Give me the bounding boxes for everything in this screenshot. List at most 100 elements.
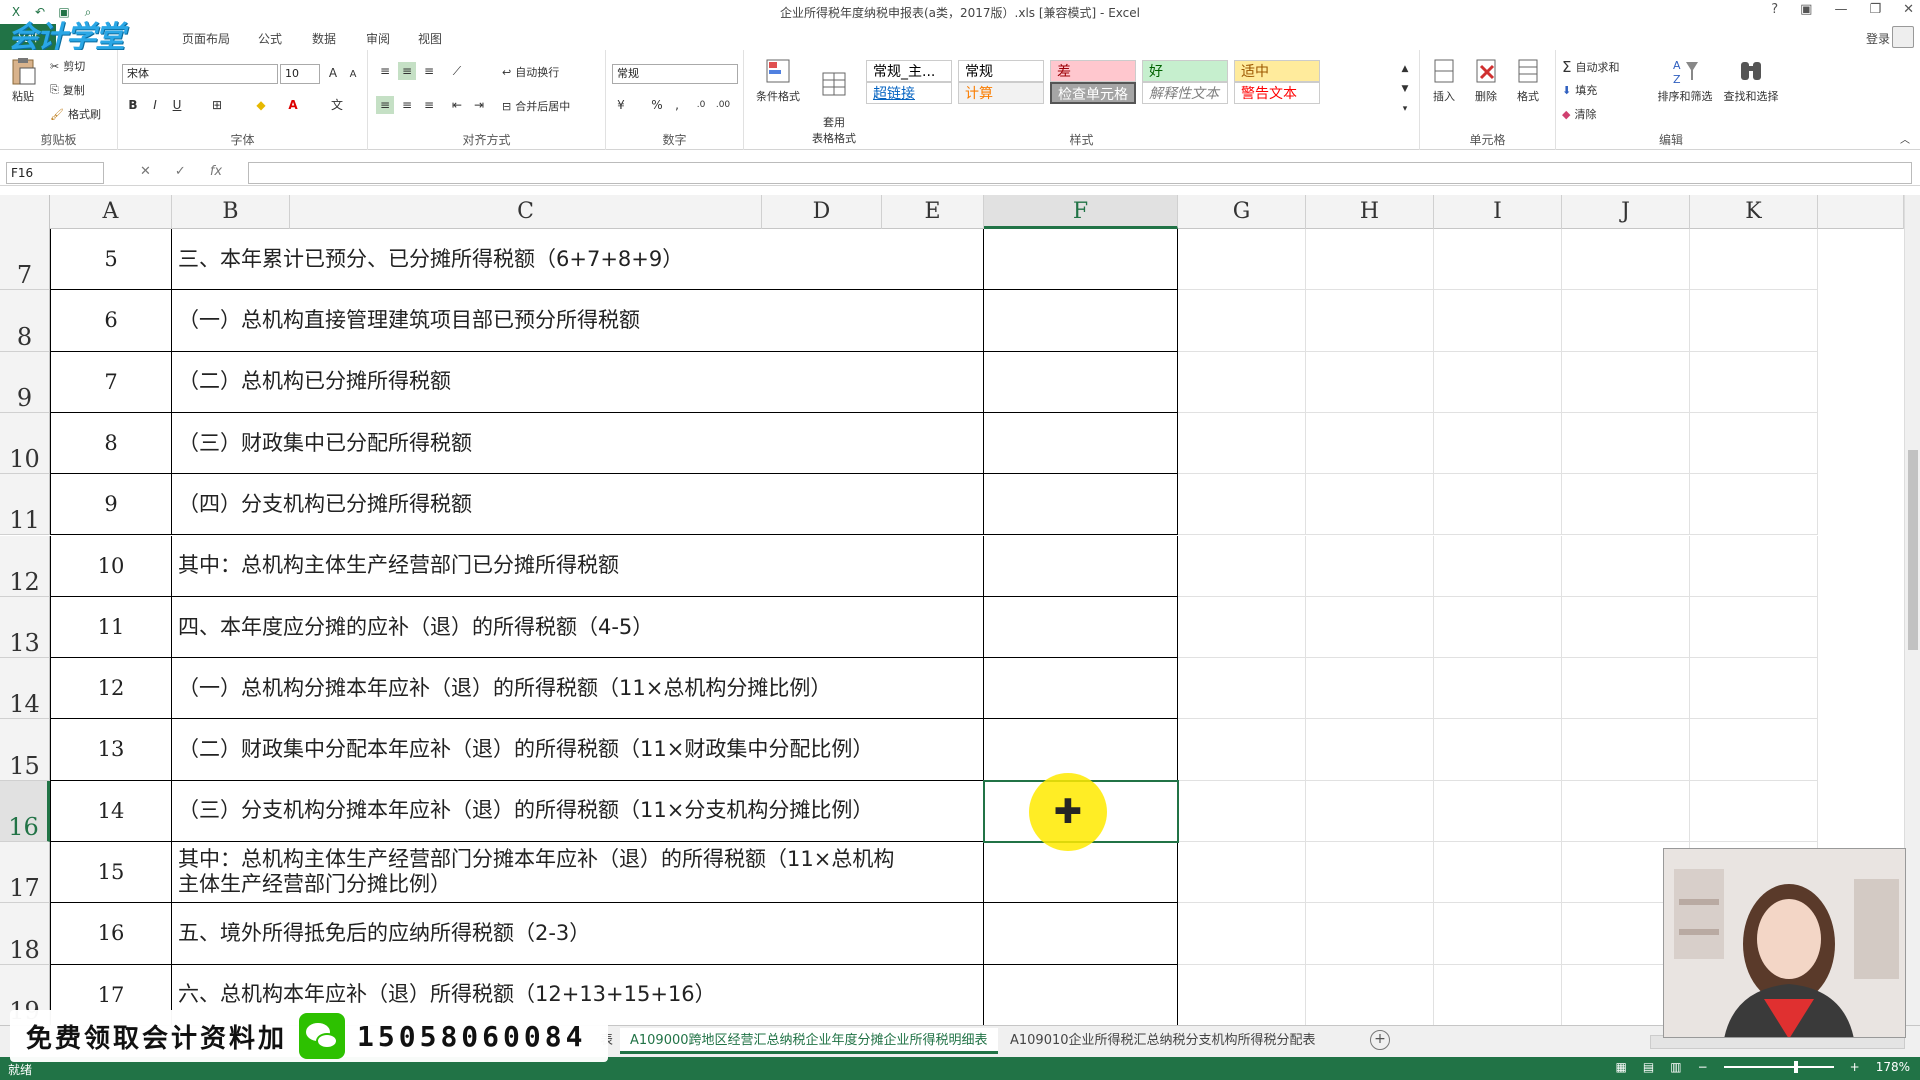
gallery-more-icon[interactable]: ▾	[1396, 100, 1414, 118]
empty-cell[interactable]	[1562, 535, 1690, 597]
amount-cell[interactable]	[984, 964, 1178, 1025]
empty-cell[interactable]	[1434, 964, 1562, 1025]
empty-cell[interactable]	[1562, 596, 1690, 659]
font-name-select[interactable]: 宋体	[122, 64, 278, 84]
worksheet-grid[interactable]: ABCDEFGHIJK 7 5 三、本年累计已预分、已分摊所得税额（6+7+8+9）…	[0, 195, 1904, 1025]
autosum-button[interactable]: Σ 自动求和	[1562, 58, 1619, 76]
paste-button[interactable]: 粘贴	[6, 56, 40, 104]
ribbon-display-icon[interactable]: ▣	[1800, 2, 1812, 17]
row-header-7[interactable]: 7	[0, 229, 50, 291]
empty-cell[interactable]	[1690, 658, 1818, 720]
empty-cell[interactable]	[1306, 658, 1434, 720]
item-description-cell[interactable]: 其中：总机构主体生产经营部门已分摊所得税额	[172, 535, 984, 597]
empty-cell[interactable]	[1306, 719, 1434, 781]
copy-button[interactable]: ⎘ 复制	[50, 82, 85, 98]
empty-cell[interactable]	[1178, 229, 1306, 291]
item-description-cell[interactable]: 三、本年累计已预分、已分摊所得税额（6+7+8+9）	[172, 229, 984, 291]
empty-cell[interactable]	[1178, 474, 1306, 536]
amount-cell[interactable]	[984, 596, 1178, 659]
cell-style-3[interactable]: 好	[1142, 60, 1228, 82]
empty-cell[interactable]	[1690, 535, 1818, 597]
column-header-d[interactable]: D	[762, 195, 882, 229]
line-number-cell[interactable]: 7	[50, 351, 172, 413]
cell-style-7[interactable]: 检查单元格	[1050, 82, 1136, 104]
empty-cell[interactable]	[1306, 596, 1434, 659]
add-sheet-icon[interactable]: +	[1370, 1030, 1390, 1050]
underline-button[interactable]: U	[168, 96, 186, 114]
empty-cell[interactable]	[1178, 535, 1306, 597]
empty-cell[interactable]	[1562, 719, 1690, 781]
empty-cell[interactable]	[1306, 780, 1434, 842]
line-number-cell[interactable]: 15	[50, 842, 172, 904]
column-header-g[interactable]: G	[1178, 195, 1306, 229]
cell-style-2[interactable]: 差	[1050, 60, 1136, 82]
empty-cell[interactable]	[1306, 964, 1434, 1025]
empty-cell[interactable]	[1434, 535, 1562, 597]
line-number-cell[interactable]: 8	[50, 412, 172, 475]
column-header-b[interactable]: B	[172, 195, 290, 229]
vertical-scrollbar[interactable]	[1904, 195, 1920, 1025]
restore-icon[interactable]: ❐	[1869, 2, 1881, 17]
item-description-cell[interactable]: （二）财政集中分配本年应补（退）的所得税额（11×财政集中分配比例）	[172, 719, 984, 781]
item-description-cell[interactable]: （一）总机构分摊本年应补（退）的所得税额（11×总机构分摊比例）	[172, 658, 984, 720]
empty-cell[interactable]	[1690, 780, 1818, 842]
line-number-cell[interactable]: 9	[50, 474, 172, 536]
empty-cell[interactable]	[1690, 474, 1818, 536]
empty-cell[interactable]	[1690, 229, 1818, 291]
empty-cell[interactable]	[1562, 290, 1690, 352]
increase-decimal-icon[interactable]: .0	[692, 96, 710, 114]
row-header-12[interactable]: 12	[0, 535, 50, 597]
empty-cell[interactable]	[1178, 351, 1306, 413]
empty-cell[interactable]	[1562, 229, 1690, 291]
sheet-tab[interactable]: A109000跨地区经营汇总纳税企业年度分摊企业所得税明细表	[620, 1028, 998, 1054]
empty-cell[interactable]	[1434, 412, 1562, 475]
vertical-scroll-thumb[interactable]	[1908, 450, 1918, 650]
empty-cell[interactable]	[1178, 412, 1306, 475]
column-header-j[interactable]: J	[1562, 195, 1690, 229]
item-description-cell[interactable]: （三）财政集中已分配所得税额	[172, 412, 984, 475]
merge-center-button[interactable]: ⊟ 合并后居中	[502, 98, 570, 114]
shrink-font-icon[interactable]: A	[344, 66, 362, 84]
empty-cell[interactable]	[1178, 719, 1306, 781]
empty-cell[interactable]	[1434, 229, 1562, 291]
formula-input[interactable]	[248, 162, 1912, 184]
user-avatar-icon[interactable]	[1892, 26, 1914, 48]
tab-view[interactable]: 视图	[418, 30, 442, 47]
row-header-11[interactable]: 11	[0, 474, 50, 536]
decrease-decimal-icon[interactable]: .00	[714, 96, 732, 114]
gallery-up-icon[interactable]: ▲	[1396, 60, 1414, 78]
row-header-8[interactable]: 8	[0, 290, 50, 352]
empty-cell[interactable]	[1434, 596, 1562, 659]
empty-cell[interactable]	[1434, 842, 1562, 904]
row-header-13[interactable]: 13	[0, 596, 50, 659]
help-icon[interactable]: ?	[1771, 2, 1778, 17]
align-top-icon[interactable]: ≡	[376, 62, 394, 80]
empty-cell[interactable]	[1178, 903, 1306, 965]
empty-cell[interactable]	[1434, 290, 1562, 352]
amount-cell[interactable]	[984, 351, 1178, 413]
empty-cell[interactable]	[1306, 229, 1434, 291]
column-header-a[interactable]: A	[50, 195, 172, 229]
align-bottom-icon[interactable]: ≡	[420, 62, 438, 80]
empty-cell[interactable]	[1178, 290, 1306, 352]
row-header-17[interactable]: 17	[0, 842, 50, 904]
sort-filter-button[interactable]: AZ 排序和筛选	[1652, 56, 1718, 104]
empty-cell[interactable]	[1178, 842, 1306, 904]
delete-button[interactable]: 删除	[1466, 56, 1506, 104]
align-middle-icon[interactable]: ≡	[398, 62, 416, 80]
empty-cell[interactable]	[1434, 658, 1562, 720]
minimize-icon[interactable]: —	[1834, 2, 1847, 17]
insert-function-icon[interactable]: fx	[210, 164, 222, 179]
italic-button[interactable]: I	[146, 96, 164, 114]
cell-style-0[interactable]: 常规_主...	[866, 60, 952, 82]
normal-view-icon[interactable]: ▦	[1616, 1060, 1627, 1074]
zoom-level[interactable]: 178%	[1876, 1060, 1910, 1074]
column-header-f[interactable]: F	[984, 195, 1178, 229]
item-description-cell[interactable]: （三）分支机构分摊本年应补（退）的所得税额（11×分支机构分摊比例）	[172, 780, 984, 842]
empty-cell[interactable]	[1562, 780, 1690, 842]
increase-indent-icon[interactable]: ⇥	[470, 96, 488, 114]
gallery-down-icon[interactable]: ▼	[1396, 80, 1414, 98]
select-all-corner[interactable]	[0, 195, 50, 229]
tab-data[interactable]: 数据	[312, 30, 336, 47]
cell-style-6[interactable]: 计算	[958, 82, 1044, 104]
